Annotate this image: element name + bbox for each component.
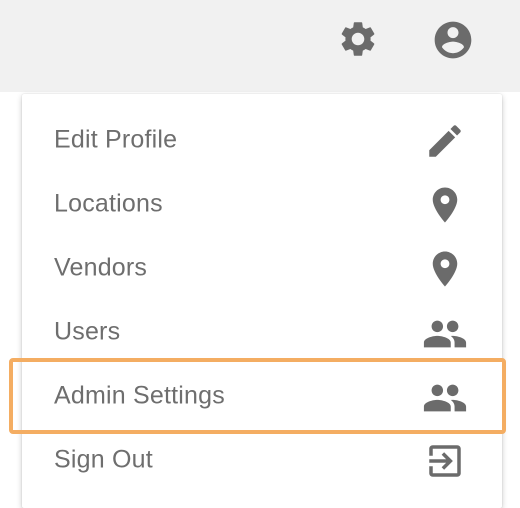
menu-item-label: Edit Profile: [54, 125, 178, 154]
menu-item-label: Sign Out: [54, 445, 153, 474]
location-pin-icon: [432, 251, 458, 287]
menu-item-locations[interactable]: Locations: [22, 172, 502, 236]
menu-item-users[interactable]: Users: [22, 300, 502, 364]
location-pin-icon: [432, 187, 458, 223]
account-dropdown-menu: Edit Profile Locations Vendors Users Adm…: [22, 94, 502, 508]
menu-item-label: Locations: [54, 189, 163, 218]
menu-item-edit-profile[interactable]: Edit Profile: [22, 108, 502, 172]
people-icon: [423, 320, 467, 348]
menu-item-sign-out[interactable]: Sign Out: [22, 428, 502, 492]
sign-out-icon: [429, 445, 461, 477]
menu-item-label: Vendors: [54, 253, 148, 282]
menu-item-admin-settings[interactable]: Admin Settings: [22, 364, 502, 428]
pencil-icon: [429, 125, 461, 157]
menu-item-label: Admin Settings: [54, 381, 225, 410]
account-circle-icon[interactable]: [431, 18, 475, 62]
top-bar: [0, 0, 520, 92]
people-icon: [423, 384, 467, 412]
menu-item-label: Users: [54, 317, 121, 346]
gear-icon[interactable]: [337, 18, 379, 60]
menu-item-vendors[interactable]: Vendors: [22, 236, 502, 300]
